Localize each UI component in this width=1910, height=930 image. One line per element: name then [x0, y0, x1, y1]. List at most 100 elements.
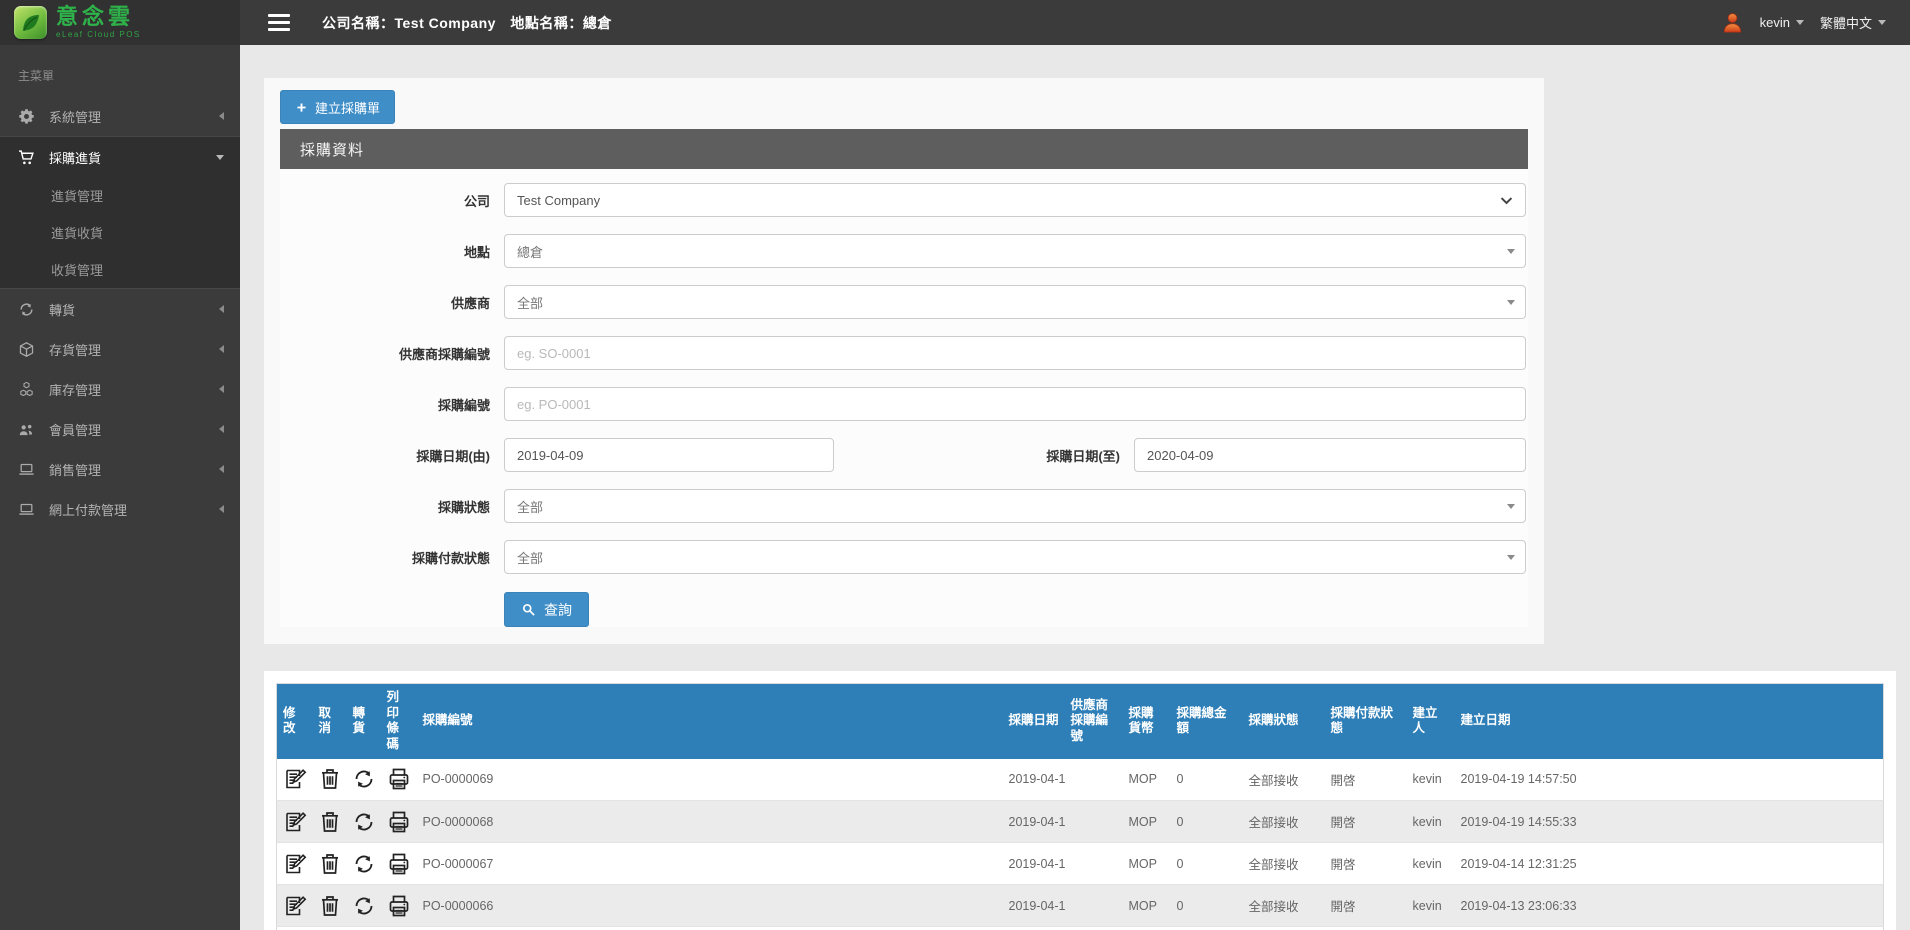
cell-status: 全部接收	[1242, 842, 1325, 885]
company-select[interactable]: Test Company	[504, 183, 1526, 217]
caret-down-icon	[216, 154, 224, 160]
select-arrow-icon	[1507, 504, 1515, 509]
col-cancel: 取消	[312, 683, 347, 759]
cell-po-date: 2019-04-19	[1002, 800, 1065, 843]
status-select[interactable]: 全部	[504, 489, 1526, 523]
print-icon[interactable]	[387, 810, 411, 834]
transfer-icon[interactable]	[352, 810, 376, 834]
sidebar-group-online-payment-management: 網上付款管理	[0, 489, 240, 529]
transfer-icon[interactable]	[352, 767, 376, 791]
laptop-icon	[18, 501, 49, 518]
cell-created-by: kevin	[1406, 758, 1455, 801]
cell-total-amount: 0	[1170, 926, 1243, 930]
trash-icon[interactable]	[318, 894, 342, 918]
trash-icon[interactable]	[318, 767, 342, 791]
sidebar-group-goods-management: 存貨管理	[0, 329, 240, 369]
trash-cell	[312, 884, 347, 927]
sidebar-item-online-payment-management[interactable]: 網上付款管理	[0, 489, 240, 529]
transfer-icon[interactable]	[352, 894, 376, 918]
top-bar: 意念雲 eLeaf Cloud POS 公司名稱：Test Company 地點…	[0, 0, 1910, 45]
cell-payment-status: 開啓	[1324, 800, 1407, 843]
print-cell	[380, 800, 417, 843]
date-from-input[interactable]	[504, 438, 834, 472]
cell-po-date: 2019-04-13	[1002, 926, 1065, 930]
sidebar-item-goods-management[interactable]: 存貨管理	[0, 329, 240, 369]
cell-status: 全部接收	[1242, 758, 1325, 801]
edit-icon[interactable]	[283, 767, 307, 791]
caret-left-icon	[219, 385, 224, 393]
topbar-right: kevin 繁體中文	[1721, 11, 1910, 34]
trash-icon[interactable]	[318, 810, 342, 834]
select-arrow-icon	[1507, 249, 1515, 254]
cell-supplier-po-number	[1064, 800, 1123, 843]
cell-po-number: PO-0000068	[416, 800, 1003, 843]
supplier-select[interactable]: 全部	[504, 285, 1526, 319]
cube-icon	[18, 341, 49, 358]
sidebar-subitem-stock-in-management[interactable]: 進貨管理	[0, 177, 240, 214]
cell-po-date: 2019-04-14	[1002, 842, 1065, 885]
transfer-cell	[346, 800, 381, 843]
cell-status: 全部接收	[1242, 926, 1325, 930]
po-number-input[interactable]	[504, 387, 1526, 421]
transfer-cell	[346, 884, 381, 927]
sidebar-menu: 系統管理 採購進貨 進貨管理 進貨收貨 收貨管理轉貨存貨管理庫存管理會員管理 銷售管理 網上…	[0, 96, 240, 529]
cell-created-date: 2019-04-19 14:55:33	[1454, 800, 1884, 843]
sidebar-item-member-management[interactable]: 會員管理	[0, 409, 240, 449]
edit-icon[interactable]	[283, 852, 307, 876]
laptop-icon	[18, 461, 49, 478]
sidebar-item-system-management[interactable]: 系統管理	[0, 96, 240, 136]
caret-left-icon	[219, 305, 224, 313]
search-button[interactable]: 查詢	[504, 592, 589, 627]
print-icon[interactable]	[387, 894, 411, 918]
table-row: PO-00000652019-04-13 MOP0全部接收開啓kevin2019-…	[276, 926, 1884, 930]
cell-total-amount: 0	[1170, 800, 1243, 843]
transfer-icon[interactable]	[352, 852, 376, 876]
print-icon[interactable]	[387, 767, 411, 791]
supplier-po-label: 供應商採購編號	[398, 346, 490, 362]
sidebar-item-sales-management[interactable]: 銷售管理	[0, 449, 240, 489]
edit-cell	[276, 842, 313, 885]
purchase-search-card: 建立採購單 採購資料 公司 Test Company 地點 總倉 供應商 全部 …	[264, 78, 1544, 644]
table-row: PO-00000692019-04-19 MOP0全部接收開啓kevin2019-…	[276, 758, 1884, 801]
sidebar-item-label: 轉貨	[49, 302, 76, 318]
hamburger-menu-icon[interactable]	[268, 14, 290, 31]
sidebar-menu-label: 主菜單	[18, 69, 55, 83]
sidebar-subitem-receive-management[interactable]: 收貨管理	[0, 251, 240, 288]
print-cell	[380, 842, 417, 885]
trash-icon[interactable]	[318, 852, 342, 876]
cell-currency: MOP	[1122, 758, 1171, 801]
col-edit: 修改	[276, 683, 313, 759]
sidebar-group-transfer-goods: 轉貨	[0, 289, 240, 329]
language-menu[interactable]: 繁體中文	[1820, 13, 1886, 32]
edit-icon[interactable]	[283, 810, 307, 834]
sidebar-item-transfer-goods[interactable]: 轉貨	[0, 289, 240, 329]
create-purchase-order-button[interactable]: 建立採購單	[280, 90, 396, 124]
col-payment-status: 採購付款狀態	[1324, 683, 1407, 759]
cell-payment-status: 開啓	[1324, 884, 1407, 927]
supplier-label: 供應商	[450, 295, 490, 311]
print-icon[interactable]	[387, 852, 411, 876]
cell-created-date: 2019-04-19 14:57:50	[1454, 758, 1884, 801]
plus-icon	[297, 102, 306, 112]
payment-status-label: 採購付款狀態	[411, 550, 490, 566]
cell-supplier-po-number	[1064, 884, 1123, 927]
edit-icon[interactable]	[283, 894, 307, 918]
sidebar-item-purchase-stock-in[interactable]: 採購進貨	[0, 137, 240, 177]
sidebar-subitem-stock-in-receive[interactable]: 進貨收貨	[0, 214, 240, 251]
date-to-label: 採購日期(至)	[1046, 448, 1120, 464]
sidebar-item-label: 庫存管理	[49, 382, 102, 398]
date-to-input[interactable]	[1134, 438, 1526, 472]
sidebar-item-inventory-management[interactable]: 庫存管理	[0, 369, 240, 409]
user-menu[interactable]: kevin	[1760, 15, 1804, 30]
col-currency: 採購貨幣	[1122, 683, 1171, 759]
col-supplier-po-number: 供應商採購編號	[1064, 683, 1123, 759]
purchase-orders-table: 修改 取消 轉貨 列印條碼 採購編號 採購日期 供應商採購編號 採購貨幣 採購總金額 採購狀態 採購…	[276, 683, 1884, 930]
edit-cell	[276, 926, 313, 930]
location-select[interactable]: 總倉	[504, 234, 1526, 268]
cell-total-amount: 0	[1170, 758, 1243, 801]
payment-status-select[interactable]: 全部	[504, 540, 1526, 574]
caret-left-icon	[219, 505, 224, 513]
supplier-po-input[interactable]	[504, 336, 1526, 370]
purchase-orders-table-card: 修改 取消 轉貨 列印條碼 採購編號 採購日期 供應商採購編號 採購貨幣 採購總金額 採購狀態 採購…	[264, 671, 1896, 930]
cell-payment-status: 開啓	[1324, 842, 1407, 885]
